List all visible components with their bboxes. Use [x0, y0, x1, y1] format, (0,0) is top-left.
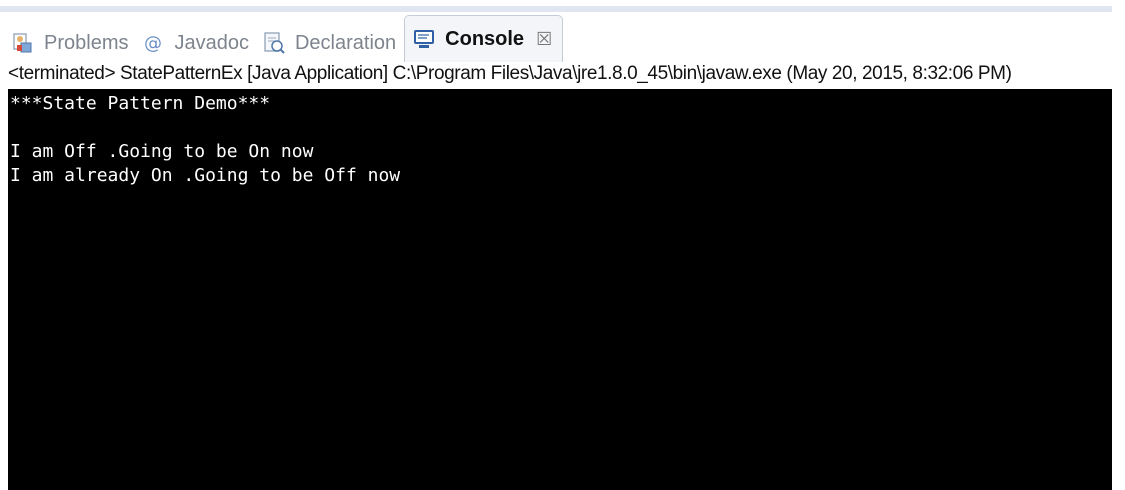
console-output[interactable]: ***State Pattern Demo*** I am Off .Going… [8, 89, 1112, 490]
tab-javadoc[interactable]: @ Javadoc [136, 24, 257, 62]
tab-problems-label: Problems [44, 31, 129, 54]
tab-console[interactable]: Console ☒ [404, 15, 564, 62]
console-line: I am Off .Going to be On now [10, 141, 314, 162]
at-sign-icon: @ [140, 30, 166, 56]
console-line: ***State Pattern Demo*** [10, 93, 271, 114]
svg-text:@: @ [144, 33, 162, 54]
tab-declaration-label: Declaration [294, 31, 397, 54]
problems-icon [10, 30, 36, 56]
console-line: I am already On .Going to be Off now [10, 165, 401, 186]
console-view: Problems @ Javadoc Declaration Console ☒… [0, 0, 1125, 490]
close-icon[interactable]: ☒ [536, 29, 552, 50]
tab-declaration[interactable]: Declaration [257, 24, 404, 62]
process-status-line: <terminated> StatePatternEx [Java Applic… [8, 63, 1012, 84]
view-tab-bar: Problems @ Javadoc Declaration Console ☒ [0, 12, 1112, 62]
tab-javadoc-label: Javadoc [174, 31, 249, 54]
tab-console-label: Console [445, 27, 525, 50]
declaration-icon [261, 30, 287, 56]
tab-problems[interactable]: Problems [6, 24, 136, 62]
console-icon [411, 26, 437, 52]
